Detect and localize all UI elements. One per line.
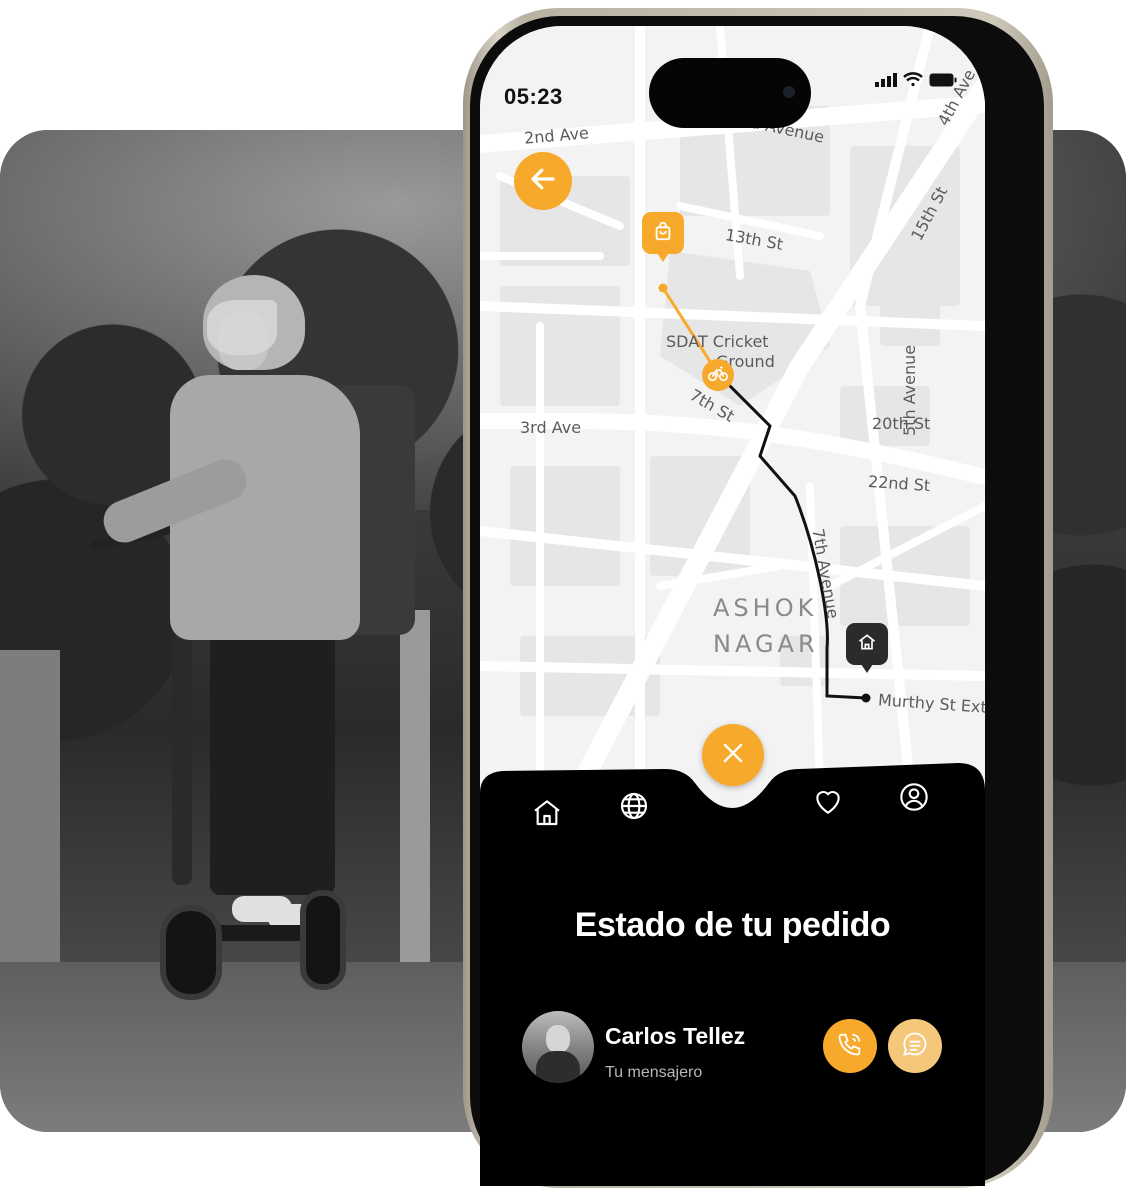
- heart-icon: [812, 786, 844, 823]
- avatar-head: [546, 1025, 570, 1053]
- area-label-line: ASHOK: [713, 594, 818, 622]
- pickup-marker[interactable]: [642, 212, 684, 262]
- area-label-line: NAGAR: [713, 630, 819, 658]
- user-icon: [898, 781, 930, 818]
- shopping-bag-icon: [652, 220, 674, 247]
- status-time: 05:23: [504, 84, 563, 109]
- phone-icon: [836, 1030, 864, 1063]
- street-label: 3rd Ave: [520, 418, 582, 437]
- signal-icon: [875, 72, 897, 92]
- scooter-wheel: [300, 890, 346, 990]
- cancel-button[interactable]: [702, 724, 764, 786]
- street-label: 20th St: [872, 414, 931, 433]
- globe-icon: [618, 790, 650, 827]
- avatar-body: [536, 1051, 580, 1083]
- nav-explore[interactable]: [612, 786, 656, 830]
- battery-icon: [929, 73, 957, 92]
- home-icon: [531, 796, 563, 833]
- stadium-label-line: SDAT Cricket: [666, 332, 769, 351]
- courier-name: Carlos Tellez: [605, 1023, 746, 1049]
- status-icons: [875, 72, 957, 92]
- camera-lens: [783, 86, 795, 98]
- nav-home[interactable]: [525, 792, 569, 836]
- chat-icon: [901, 1030, 929, 1063]
- destination-dot: [861, 693, 871, 703]
- scooter-wheel: [160, 905, 222, 1000]
- message-courier-button[interactable]: [888, 1019, 942, 1073]
- phone-screen: 2nd Ave 2nd Avenue 13th St 15th St 4th A…: [480, 26, 985, 1186]
- back-button[interactable]: [514, 152, 572, 210]
- courier-marker[interactable]: [702, 359, 734, 391]
- nav-profile[interactable]: [892, 777, 936, 821]
- wifi-icon: [903, 72, 923, 92]
- nav-favorites[interactable]: [806, 782, 850, 826]
- area-label: ASHOK NAGAR: [713, 590, 819, 662]
- close-icon: [719, 739, 747, 772]
- arrow-left-icon: [528, 164, 558, 199]
- courier-avatar: [522, 1011, 594, 1083]
- rider-legs: [210, 625, 335, 895]
- courier-role: Tu mensajero: [605, 1064, 703, 1081]
- destination-marker[interactable]: [846, 623, 888, 673]
- bicycle-icon: [707, 362, 729, 389]
- helmet-visor: [207, 300, 277, 355]
- order-status-title: Estado de tu pedido: [574, 906, 891, 944]
- dynamic-island: [649, 58, 811, 128]
- home-icon: [857, 632, 877, 657]
- pickup-dot: [658, 283, 668, 293]
- call-courier-button[interactable]: [823, 1019, 877, 1073]
